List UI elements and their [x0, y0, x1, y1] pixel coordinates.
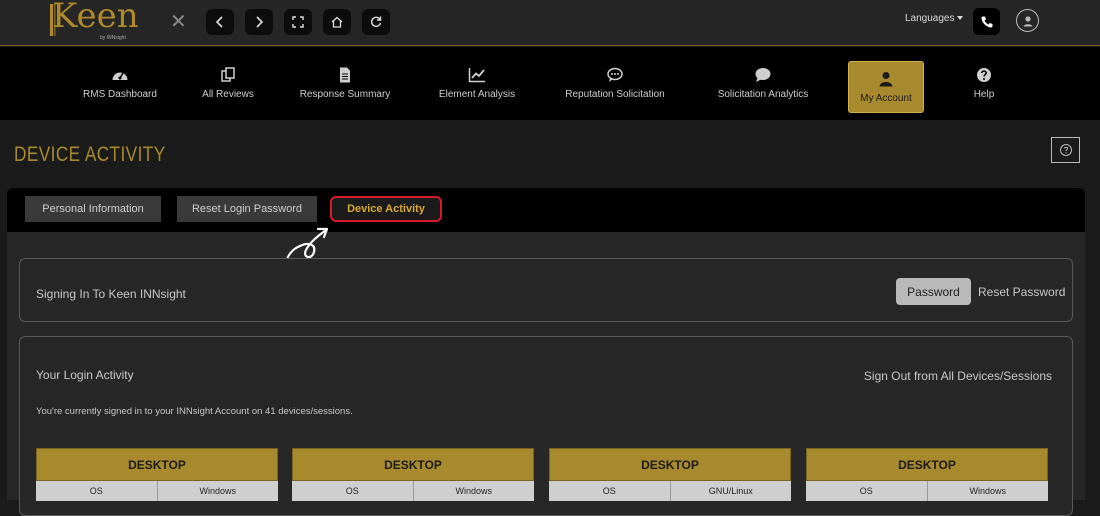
forward-button[interactable]: [245, 9, 273, 35]
chevron-left-icon: [215, 16, 223, 28]
line-chart-icon: [468, 68, 485, 83]
top-bar: Keen by INNsight ✕ Languages: [0, 0, 1100, 46]
back-button[interactable]: [206, 9, 234, 35]
password-button[interactable]: Password: [896, 278, 971, 305]
user-icon: [879, 71, 893, 86]
question-circle-icon: [1059, 144, 1072, 156]
refresh-icon: [370, 16, 382, 27]
os-value: Windows: [969, 486, 1006, 496]
os-label: OS: [292, 481, 414, 501]
os-value: Windows: [455, 486, 492, 496]
login-activity-title: Your Login Activity: [36, 368, 134, 382]
tab-reset-login-password[interactable]: Reset Login Password: [177, 196, 317, 222]
document-icon: [340, 67, 350, 83]
os-label: OS: [549, 481, 671, 501]
nav-all-reviews[interactable]: All Reviews: [188, 47, 268, 120]
nav-rms-dashboard[interactable]: RMS Dashboard: [72, 47, 168, 120]
dashboard-icon: [112, 72, 128, 80]
signin-title: Signing In To Keen INNsight: [36, 287, 186, 301]
device-card: DESKTOP OS GNU/Linux: [549, 448, 791, 508]
os-value: Windows: [199, 486, 236, 496]
tab-strip: Personal Information Reset Login Passwor…: [7, 188, 1085, 232]
chevron-right-icon: [256, 16, 264, 28]
login-activity-subtitle: You're currently signed in to your INNsi…: [36, 406, 353, 417]
refresh-button[interactable]: [362, 9, 390, 35]
home-icon: [331, 16, 343, 28]
main-nav: RMS Dashboard All Reviews Response Summa…: [0, 47, 1100, 120]
os-value: GNU/Linux: [708, 486, 753, 496]
device-card: DESKTOP OS Windows: [806, 448, 1048, 508]
sign-out-all-link[interactable]: Sign Out from All Devices/Sessions: [864, 369, 1052, 383]
reset-password-link[interactable]: Reset Password: [978, 285, 1065, 299]
page-title: DEVICE ACTIVITY: [14, 143, 166, 166]
home-button[interactable]: [323, 9, 351, 35]
device-os-row: OS Windows: [806, 481, 1048, 501]
os-label: OS: [806, 481, 928, 501]
device-type: DESKTOP: [806, 448, 1048, 481]
nav-reputation-solicitation[interactable]: Reputation Solicitation: [556, 47, 674, 120]
device-os-row: OS GNU/Linux: [549, 481, 791, 501]
device-card: DESKTOP OS Windows: [292, 448, 534, 508]
fullscreen-icon: [292, 16, 304, 28]
phone-icon: [980, 16, 992, 28]
copy-icon: [221, 67, 235, 82]
caret-down-icon: [956, 16, 963, 21]
nav-response-summary[interactable]: Response Summary: [290, 47, 400, 120]
device-type: DESKTOP: [36, 448, 278, 481]
device-type: DESKTOP: [292, 448, 534, 481]
chat-dots-icon: [607, 67, 623, 82]
nav-solicitation-analytics[interactable]: Solicitation Analytics: [707, 47, 819, 120]
page-help-button[interactable]: [1051, 137, 1080, 163]
brand-sub: by INNsight: [100, 35, 126, 41]
device-type: DESKTOP: [549, 448, 791, 481]
fullscreen-button[interactable]: [284, 9, 312, 35]
nav-element-analysis[interactable]: Element Analysis: [427, 47, 527, 120]
tab-personal-information[interactable]: Personal Information: [25, 196, 161, 222]
device-os-row: OS Windows: [292, 481, 534, 501]
device-card: DESKTOP OS Windows: [36, 448, 278, 508]
device-os-row: OS Windows: [36, 481, 278, 501]
close-icon[interactable]: ✕: [170, 10, 187, 34]
question-icon: [977, 68, 991, 82]
nav-help[interactable]: Help: [960, 47, 1008, 120]
tab-device-activity[interactable]: Device Activity: [330, 196, 442, 222]
os-label: OS: [36, 481, 158, 501]
phone-button[interactable]: [973, 8, 1000, 35]
languages-label: Languages: [905, 13, 955, 24]
brand-name: Keen: [52, 0, 139, 36]
chat-bubble-icon: [755, 68, 771, 82]
login-activity-card: Your Login Activity Sign Out from All De…: [19, 336, 1073, 516]
user-circle-icon: [1023, 15, 1032, 26]
languages-dropdown[interactable]: Languages: [905, 13, 963, 24]
signin-card: Signing In To Keen INNsight Password Res…: [19, 258, 1073, 322]
user-profile-button[interactable]: [1016, 9, 1039, 32]
nav-my-account[interactable]: My Account: [848, 61, 924, 113]
